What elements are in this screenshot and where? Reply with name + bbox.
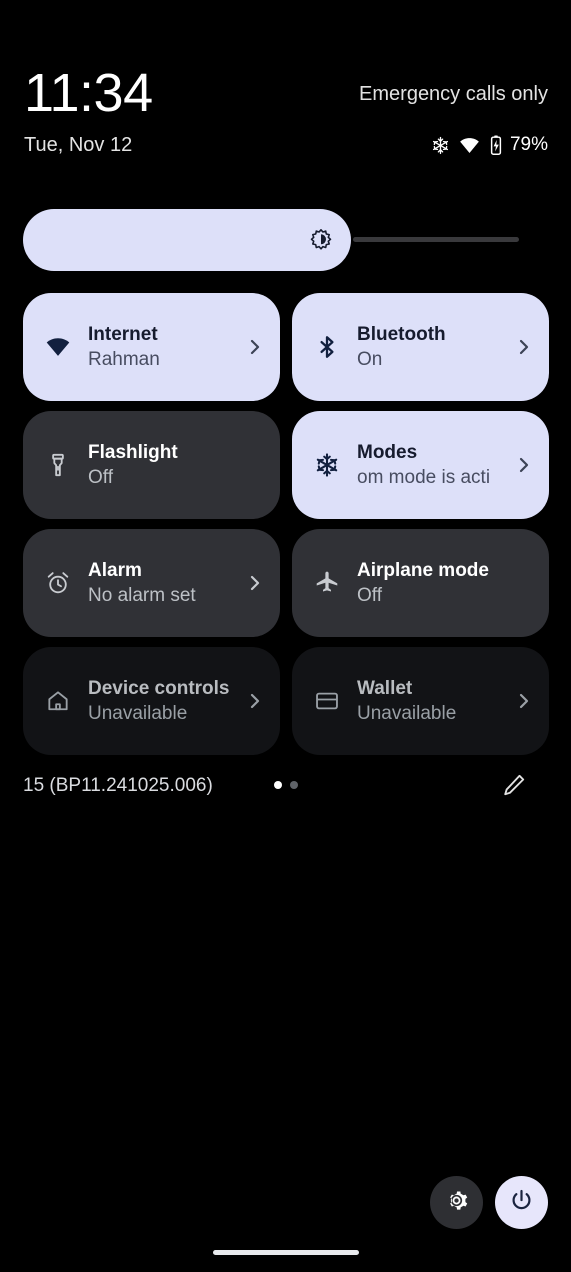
tile-title: Wallet [357, 677, 413, 699]
status-header: 11:34 Tue, Nov 12 Emergency calls only 7… [0, 0, 571, 190]
tile-text-device-controls: Device controls Unavailable [88, 677, 238, 726]
tile-subtitle: Unavailable [357, 702, 457, 724]
tile-title: Alarm [88, 559, 142, 581]
bluetooth-icon [314, 334, 340, 360]
gear-icon [444, 1188, 469, 1218]
build-version-label: 15 (BP11.241025.006) [23, 775, 213, 796]
page-indicator[interactable] [273, 781, 298, 789]
tile-wallet[interactable]: Wallet Unavailable [292, 647, 549, 755]
wifi-icon [459, 135, 480, 156]
chevron-right-icon[interactable] [513, 690, 535, 712]
brightness-slider[interactable] [23, 209, 519, 271]
tile-text-internet: Internet Rahman [88, 323, 238, 372]
tile-subtitle: Off [88, 466, 113, 488]
settings-button[interactable] [430, 1176, 483, 1229]
power-button[interactable] [495, 1176, 548, 1229]
tile-text-flashlight: Flashlight Off [88, 441, 238, 490]
wifi-icon [45, 334, 71, 360]
tile-alarm[interactable]: Alarm No alarm set [23, 529, 280, 637]
chevron-right-icon[interactable] [244, 336, 266, 358]
tile-bluetooth[interactable]: Bluetooth On [292, 293, 549, 401]
tile-text-airplane-mode: Airplane mode Off [357, 559, 507, 608]
date-label: Tue, Nov 12 [24, 134, 133, 156]
snowflake-icon [431, 136, 450, 155]
tile-title: Bluetooth [357, 323, 446, 345]
tile-modes[interactable]: Modes om mode is acti [292, 411, 549, 519]
bottom-action-bar [430, 1176, 548, 1229]
tile-title: Airplane mode [357, 559, 489, 581]
status-icon-tray: 79% [431, 133, 548, 157]
tile-subtitle: On [357, 348, 383, 370]
clock: 11:34 [24, 63, 153, 123]
brightness-track [353, 237, 519, 242]
quick-settings-footer: 15 (BP11.241025.006) [0, 770, 571, 806]
edit-tiles-button[interactable] [501, 772, 527, 798]
home-indicator[interactable] [212, 1250, 359, 1255]
tile-text-modes: Modes om mode is acti [357, 441, 507, 490]
tile-title: Flashlight [88, 441, 178, 463]
airplane-icon [314, 570, 340, 596]
chevron-right-icon[interactable] [244, 572, 266, 594]
tile-title: Device controls [88, 677, 230, 699]
flashlight-icon [45, 452, 71, 478]
tile-subtitle: No alarm set [88, 584, 196, 606]
tile-flashlight[interactable]: Flashlight Off [23, 411, 280, 519]
tile-subtitle: Unavailable [88, 702, 188, 724]
home-icon [45, 688, 71, 714]
tile-subtitle: Off [357, 584, 382, 606]
chevron-right-icon[interactable] [513, 336, 535, 358]
tile-title: Modes [357, 441, 418, 463]
page-dot-1[interactable] [273, 781, 282, 789]
brightness-fill [23, 209, 351, 271]
tile-text-bluetooth: Bluetooth On [357, 323, 507, 372]
battery-charging-icon [489, 135, 503, 156]
battery-percent-label: 79% [509, 134, 548, 155]
alarm-clock-icon [45, 570, 71, 596]
quick-settings-tile-grid: Internet Rahman Bluetooth On Flashlight … [23, 293, 549, 755]
tile-subtitle: om mode is acti [357, 466, 491, 488]
credit-card-icon [314, 688, 340, 714]
tile-airplane-mode[interactable]: Airplane mode Off [292, 529, 549, 637]
carrier-label: Emergency calls only [359, 83, 548, 105]
power-icon [509, 1188, 534, 1218]
chevron-right-icon[interactable] [244, 690, 266, 712]
page-dot-2[interactable] [289, 781, 298, 789]
snowflake-icon [314, 452, 340, 478]
tile-device-controls[interactable]: Device controls Unavailable [23, 647, 280, 755]
chevron-right-icon[interactable] [513, 454, 535, 476]
brightness-icon [309, 228, 333, 252]
tile-title: Internet [88, 323, 158, 345]
tile-subtitle: Rahman [88, 348, 160, 370]
tile-text-alarm: Alarm No alarm set [88, 559, 238, 608]
tile-text-wallet: Wallet Unavailable [357, 677, 507, 726]
tile-internet[interactable]: Internet Rahman [23, 293, 280, 401]
